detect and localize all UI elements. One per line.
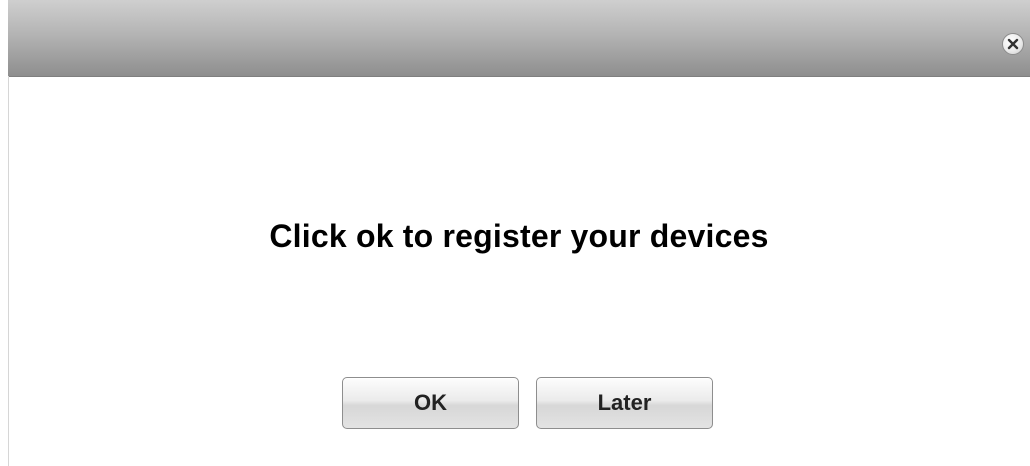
later-button[interactable]: Later — [536, 377, 713, 429]
dialog-message: Click ok to register your devices — [269, 218, 769, 254]
ok-button[interactable]: OK — [342, 377, 519, 429]
dialog-titlebar — [8, 0, 1030, 77]
dialog-border — [8, 76, 9, 466]
close-button[interactable] — [1002, 33, 1024, 55]
register-devices-dialog: Click ok to register your devices OK Lat… — [0, 0, 1030, 466]
close-icon — [1007, 38, 1019, 50]
later-button-label: Later — [597, 390, 652, 415]
ok-button-label: OK — [414, 390, 447, 415]
